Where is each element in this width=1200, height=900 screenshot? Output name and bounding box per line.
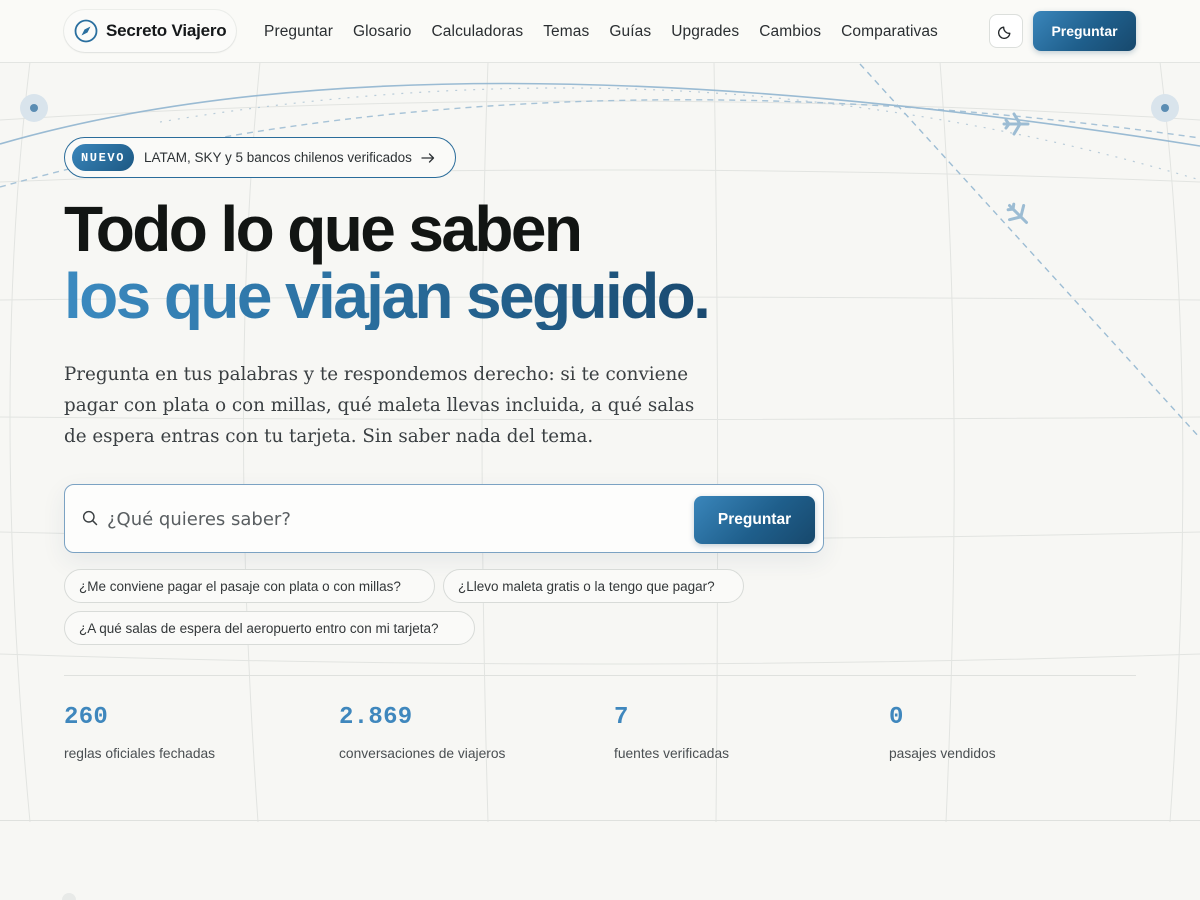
arrow-right-icon xyxy=(421,152,435,163)
stat-tickets: 0 pasajes vendidos xyxy=(889,704,996,761)
nav-preguntar[interactable]: Preguntar xyxy=(264,23,333,41)
hero-title-line1: Todo lo que saben xyxy=(64,193,583,265)
moon-icon xyxy=(998,23,1014,39)
theme-toggle-button[interactable] xyxy=(989,14,1023,48)
hero-description: Pregunta en tus palabras y te respondemo… xyxy=(64,364,695,447)
stats-divider xyxy=(64,675,1136,676)
stat-value: 260 xyxy=(64,704,109,731)
nav-glosario[interactable]: Glosario xyxy=(353,23,412,41)
brand-name: Secreto Viajero xyxy=(106,21,227,40)
site-header: Secreto Viajero Preguntar Glosario Calcu… xyxy=(0,0,1200,63)
stat-value: 2.869 xyxy=(339,704,413,731)
nav-upgrades[interactable]: Upgrades xyxy=(671,23,739,41)
ask-search-form: Preguntar xyxy=(64,484,824,553)
announcement-text: LATAM, SKY y 5 bancos chilenos verificad… xyxy=(144,150,412,165)
next-section-icon xyxy=(62,893,76,900)
suggestion-chip[interactable]: ¿A qué salas de espera del aeropuerto en… xyxy=(64,611,475,645)
stat-value: 7 xyxy=(614,704,629,731)
header-ask-button[interactable]: Preguntar xyxy=(1033,11,1136,51)
stat-rules: 260 reglas oficiales fechadas xyxy=(64,704,215,761)
ask-submit-button[interactable]: Preguntar xyxy=(694,496,815,544)
nav-guias[interactable]: Guías xyxy=(609,23,651,41)
hero-title-line2: los que viajan seguido. xyxy=(64,260,711,332)
hero-title: Todo lo que saben los que viajan seguido… xyxy=(64,193,711,332)
nav-cambios[interactable]: Cambios xyxy=(759,23,821,41)
announcement-pill[interactable]: NUEVO LATAM, SKY y 5 bancos chilenos ver… xyxy=(64,137,456,178)
stat-sources: 7 fuentes verificadas xyxy=(614,704,729,761)
search-icon xyxy=(82,510,98,526)
airplane-icon xyxy=(1006,202,1028,224)
new-badge: NUEVO xyxy=(72,144,135,171)
suggestion-chip[interactable]: ¿Me conviene pagar el pasaje con plata o… xyxy=(64,569,435,603)
nav-temas[interactable]: Temas xyxy=(543,23,589,41)
main-nav: Preguntar Glosario Calculadoras Temas Gu… xyxy=(264,0,938,63)
stat-conversations: 2.869 conversaciones de viajeros xyxy=(339,704,505,761)
compass-icon xyxy=(74,19,98,43)
stat-label: fuentes verificadas xyxy=(614,746,730,761)
nav-comparativas[interactable]: Comparativas xyxy=(841,23,938,41)
airplane-icon xyxy=(1002,112,1030,136)
nav-calculadoras[interactable]: Calculadoras xyxy=(432,23,524,41)
brand-logo-link[interactable]: Secreto Viajero xyxy=(64,10,237,52)
stat-label: reglas oficiales fechadas xyxy=(64,746,216,761)
stat-label: conversaciones de viajeros xyxy=(339,746,506,761)
stat-label: pasajes vendidos xyxy=(889,746,996,761)
section-divider xyxy=(0,820,1200,821)
stat-value: 0 xyxy=(889,704,904,731)
suggestion-chip[interactable]: ¿Llevo maleta gratis o la tengo que paga… xyxy=(443,569,744,603)
ask-search-input[interactable] xyxy=(107,501,687,537)
